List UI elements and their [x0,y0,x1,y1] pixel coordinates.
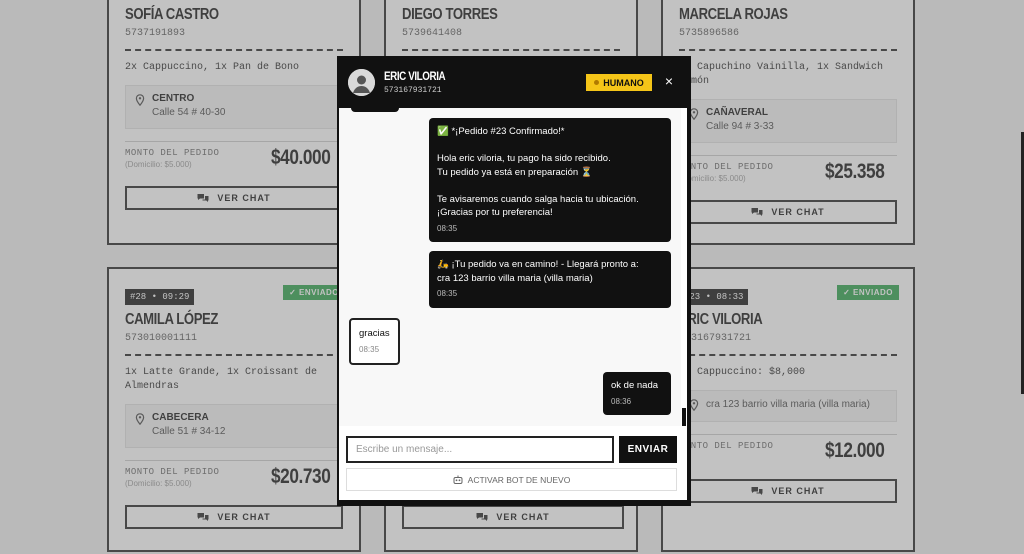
chat-header: ERIC VILORIA 573167931721 HUMANO × [337,56,691,108]
message-bubble: gracias 08:35 [349,318,400,365]
mode-badge: HUMANO [586,74,652,91]
robot-icon [453,475,463,484]
message-text: ✅ *¡Pedido #23 Confirmado!* Hola eric vi… [437,126,639,218]
message-text: ok de nada [611,380,659,391]
previous-message-bubble [351,108,399,112]
reactivate-bot-button[interactable]: ACTIVAR BOT DE NUEVO [346,468,677,491]
close-icon[interactable]: × [662,74,676,88]
message-bubble: ✅ *¡Pedido #23 Confirmado!* Hola eric vi… [429,118,671,242]
avatar [348,69,375,96]
message-text: gracias [359,328,390,339]
message-bubble: 🛵 ¡Tu pedido va en camino! - Llegará pro… [429,251,671,308]
message-time: 08:36 [611,396,632,406]
message-input[interactable] [346,436,614,463]
message-text: 🛵 ¡Tu pedido va en camino! - Llegará pro… [437,259,639,284]
chat-messages[interactable]: ✅ *¡Pedido #23 Confirmado!* Hola eric vi… [339,108,687,426]
chat-input-bar: ENVIAR ACTIVAR BOT DE NUEVO [339,426,687,500]
message-time: 08:35 [437,223,458,233]
message-time: 08:35 [359,344,380,354]
chat-modal: ERIC VILORIA 573167931721 HUMANO × ✅ *¡P… [337,56,691,506]
status-dot-icon [594,80,600,85]
chat-scrollbar[interactable] [681,108,687,426]
message-time: 08:35 [437,289,458,298]
message-bubble: ok de nada 08:36 [603,372,671,415]
mode-badge-label: HUMANO [603,77,644,88]
chat-scrollbar-thumb[interactable] [682,408,686,426]
chat-contact-phone: 573167931721 [384,86,442,95]
user-icon [348,69,375,96]
chat-contact-name: ERIC VILORIA [384,69,446,83]
send-button[interactable]: ENVIAR [619,436,677,463]
reactivate-bot-label: ACTIVAR BOT DE NUEVO [467,474,571,485]
